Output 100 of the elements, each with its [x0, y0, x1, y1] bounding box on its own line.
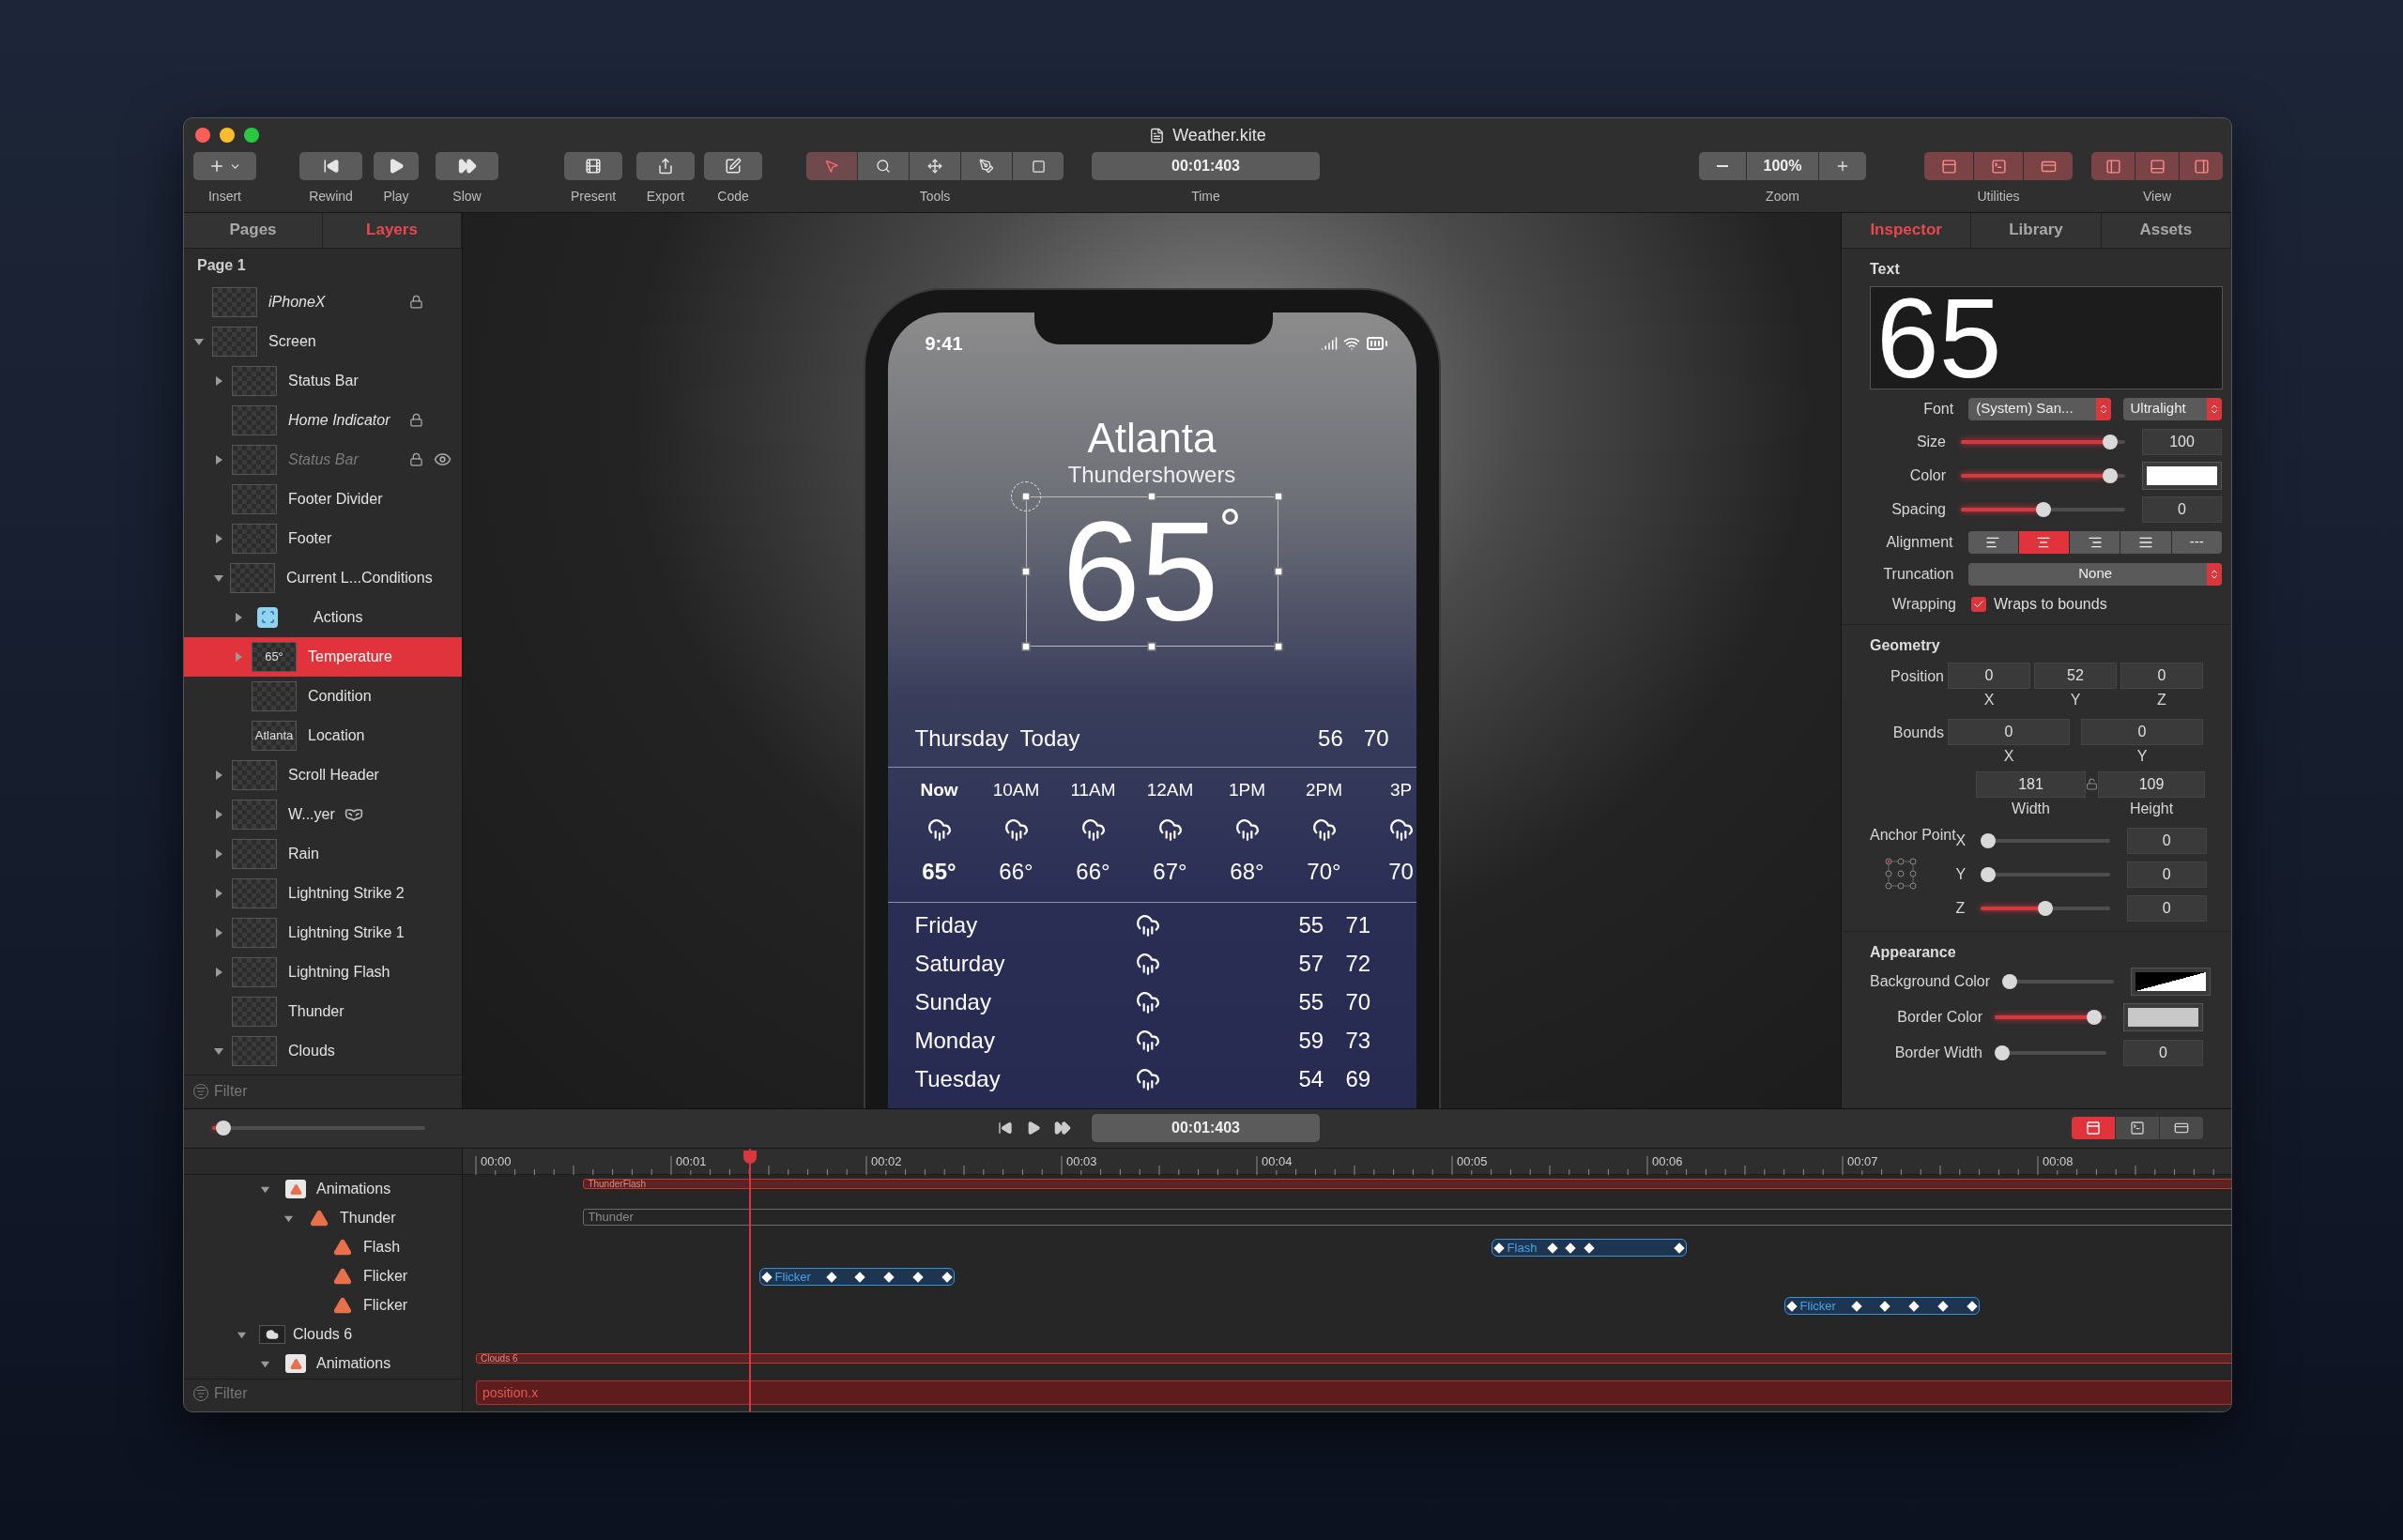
slider-thumb[interactable] [1995, 1044, 2010, 1060]
play-button[interactable] [1026, 1121, 1041, 1136]
slider[interactable] [2002, 973, 2115, 989]
keyframe-marker[interactable] [883, 1272, 895, 1283]
disclosure-triangle-icon[interactable] [213, 808, 224, 820]
card-panel-button[interactable] [2024, 152, 2073, 180]
lock-icon[interactable] [409, 452, 423, 467]
slider[interactable] [1980, 832, 2110, 848]
code-button[interactable] [704, 152, 762, 180]
disclosure-triangle-icon[interactable] [213, 374, 224, 387]
layer-row[interactable]: Home Indicator [184, 400, 462, 440]
keyframe-marker[interactable] [1547, 1243, 1558, 1254]
close-button[interactable] [195, 128, 210, 143]
slider-thumb[interactable] [1980, 866, 1996, 882]
keyframe-marker[interactable] [1966, 1301, 1978, 1312]
number-field[interactable]: 0 [1948, 662, 2030, 689]
move-tool-button[interactable] [910, 152, 960, 180]
layer-row[interactable]: iPhoneX [184, 282, 462, 322]
pen-tool-button[interactable] [961, 152, 1012, 180]
keyframe-marker[interactable] [1908, 1301, 1920, 1312]
keyframe-marker[interactable] [1583, 1243, 1595, 1254]
slow-button[interactable] [436, 152, 498, 180]
layer-row[interactable]: Lightning Flash [184, 952, 462, 992]
layer-row[interactable]: Screen [184, 321, 462, 361]
wrap-checkbox[interactable] [1971, 596, 1986, 612]
insert-button[interactable] [193, 152, 256, 180]
slider[interactable] [1980, 900, 2110, 916]
disclosure-triangle-icon[interactable] [213, 532, 224, 544]
keyframe-clip[interactable]: Flicker [1783, 1296, 1980, 1315]
disclosure-triangle-icon[interactable] [213, 769, 224, 781]
slider-thumb[interactable] [1980, 832, 1996, 848]
number-field[interactable]: 0 [2142, 496, 2222, 523]
filter-field[interactable]: Filter [214, 1080, 402, 1104]
align-center-button[interactable] [2018, 530, 2070, 554]
truncation-dropdown[interactable]: None [1968, 562, 2222, 586]
slider-thumb[interactable] [2035, 501, 2051, 517]
align-left-button[interactable] [1967, 530, 2018, 554]
resize-handle[interactable] [1021, 567, 1030, 576]
console-toggle-button[interactable] [2116, 1117, 2159, 1140]
keyframe-marker[interactable] [854, 1272, 866, 1283]
keyframe-marker[interactable] [1937, 1301, 1949, 1312]
slider[interactable] [1980, 866, 2110, 882]
lock-icon[interactable] [409, 413, 423, 428]
keyframe-marker[interactable] [760, 1272, 773, 1283]
keyframe-marker[interactable] [826, 1272, 837, 1283]
editor-toggle-button[interactable] [2072, 1117, 2115, 1140]
slider[interactable] [1961, 501, 2125, 517]
layer-row[interactable]: W...yer [184, 794, 462, 834]
zoom-in-button[interactable] [1819, 152, 1866, 180]
magnifier-tool-button[interactable] [858, 152, 909, 180]
keyframe-marker[interactable] [1492, 1243, 1505, 1254]
number-field[interactable]: 0 [2126, 894, 2207, 922]
slider-thumb[interactable] [2086, 1009, 2102, 1025]
resize-handle[interactable] [1147, 492, 1156, 501]
right-panel-button[interactable] [2180, 152, 2223, 180]
number-field[interactable]: 0 [2126, 827, 2207, 854]
resize-handle[interactable] [1147, 642, 1156, 651]
layer-row[interactable]: Condition [184, 676, 462, 716]
layer-row[interactable]: Atlanta Location [184, 715, 462, 755]
keyframe-marker[interactable] [1785, 1301, 1798, 1312]
layer-row[interactable]: Thunder [184, 991, 462, 1031]
layer-row[interactable]: Status Bar [184, 360, 462, 401]
keyframe-marker[interactable] [1851, 1301, 1862, 1312]
layer-row[interactable]: Footer [184, 518, 462, 558]
keyframe-marker[interactable] [1879, 1301, 1891, 1312]
slider[interactable] [212, 1121, 425, 1136]
layer-row[interactable]: Actions [184, 597, 462, 637]
slider[interactable] [1995, 1044, 2106, 1060]
animation-span[interactable]: Thunder [583, 1208, 2231, 1226]
font-weight-dropdown[interactable]: Ultralight [2122, 397, 2222, 420]
font-family-dropdown[interactable]: (System) San... [1968, 397, 2111, 420]
disclosure-triangle-icon[interactable] [213, 887, 224, 899]
justify-button[interactable] [2120, 530, 2171, 554]
export-button[interactable] [636, 152, 695, 180]
filter-field[interactable]: Filter [214, 1381, 402, 1405]
disclosure-triangle-icon[interactable] [213, 966, 224, 978]
layer-row[interactable]: Lightning Strike 1 [184, 912, 462, 953]
number-field[interactable]: 0 [1948, 718, 2070, 745]
console-panel-button[interactable] [1974, 152, 2023, 180]
layer-row[interactable]: Clouds [184, 1030, 462, 1071]
resize-handle[interactable] [1274, 642, 1282, 651]
bottom-panel-button[interactable] [2135, 152, 2179, 180]
animation-span[interactable]: ThunderFlash [583, 1178, 2231, 1189]
slider[interactable] [1961, 434, 2125, 450]
fast-forward-button[interactable] [1054, 1120, 1071, 1137]
number-field[interactable]: 109 [2098, 770, 2205, 798]
anchor-grid-icon[interactable] [1885, 857, 1917, 890]
resize-handle[interactable] [1274, 492, 1282, 501]
skip-back-icon[interactable] [998, 1121, 1013, 1136]
number-field[interactable]: 0 [2120, 662, 2203, 689]
rewind-button[interactable] [299, 152, 362, 180]
minimize-button[interactable] [220, 128, 235, 143]
disclosure-triangle-icon[interactable] [233, 611, 244, 623]
number-field[interactable]: 52 [2034, 662, 2117, 689]
keyframe-clip[interactable]: Flash [1491, 1238, 1687, 1257]
number-field[interactable]: 0 [2081, 718, 2203, 745]
resize-handle[interactable] [1021, 492, 1030, 501]
slider-thumb[interactable] [2103, 434, 2119, 450]
panel-tab[interactable]: Assets [2101, 212, 2231, 248]
left-panel-button[interactable] [2091, 152, 2135, 180]
